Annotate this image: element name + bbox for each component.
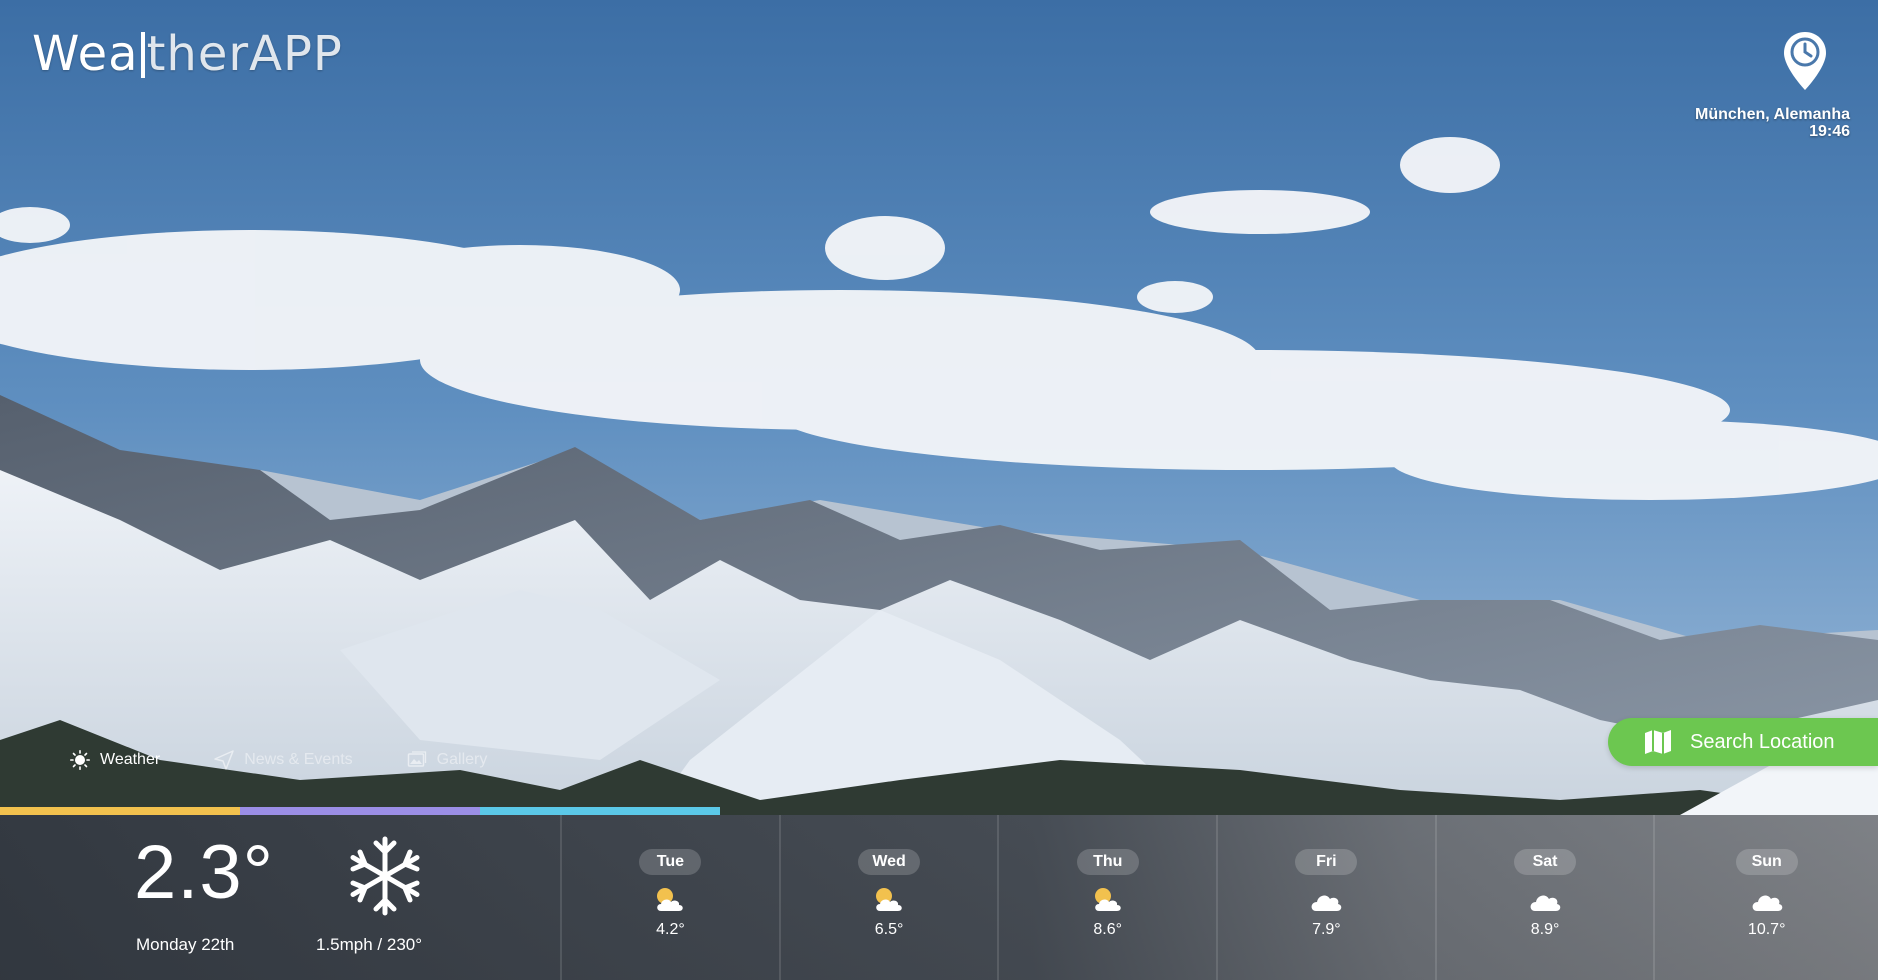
search-location-label: Search Location bbox=[1690, 730, 1835, 753]
snowflake-icon bbox=[350, 836, 420, 916]
nav-label-gallery: Gallery bbox=[436, 751, 488, 768]
forecast-day[interactable]: Fri 7.9° bbox=[1218, 815, 1437, 980]
current-weather: 2.3° Monday 22th 1.5mph / 230° bbox=[0, 815, 563, 980]
forecast-temperature: 8.9° bbox=[1530, 921, 1560, 938]
forecast-day[interactable]: Thu 8.6° bbox=[999, 815, 1219, 980]
location-name: München, Alemanha bbox=[1695, 106, 1850, 123]
paper-plane-icon bbox=[214, 750, 234, 770]
cloud-icon bbox=[1312, 895, 1342, 911]
forecast-day[interactable]: Wed 6.5° bbox=[781, 815, 1000, 980]
app-logo[interactable]: Wea therAPP bbox=[32, 26, 343, 82]
forecast-day[interactable]: Sat 8.9° bbox=[1437, 815, 1656, 980]
current-temperature: 2.3° bbox=[134, 830, 275, 915]
location-info: München, Alemanha 19:46 bbox=[1695, 106, 1850, 140]
forecast-temperature: 10.7° bbox=[1747, 921, 1786, 938]
background-landscape bbox=[0, 0, 1878, 815]
tab-indicator-weather bbox=[0, 807, 240, 815]
forecast-day-name: Tue bbox=[639, 849, 702, 875]
sun-cloud-icon bbox=[1094, 888, 1121, 911]
tab-indicator-gallery bbox=[480, 807, 720, 815]
nav-item-gallery[interactable]: Gallery bbox=[407, 750, 488, 770]
location-clock-pin-icon[interactable] bbox=[1782, 30, 1828, 92]
nav-label-weather: Weather bbox=[100, 751, 161, 768]
current-date: Monday 22th bbox=[136, 935, 235, 954]
forecast-temperature: 4.2° bbox=[656, 921, 685, 938]
current-wind: 1.5mph / 230° bbox=[316, 935, 423, 954]
cloud-icon bbox=[1530, 895, 1561, 911]
forecast-day-name: Sun bbox=[1735, 849, 1798, 875]
mountain-landscape-image bbox=[0, 0, 1878, 815]
search-location-button[interactable]: Search Location bbox=[1608, 718, 1878, 766]
location-time: 19:46 bbox=[1809, 123, 1850, 140]
weather-panel: 2.3° Monday 22th 1.5mph / 230° Tue 4.2° … bbox=[0, 815, 1878, 980]
main-nav: Weather News & Events Gallery bbox=[70, 750, 487, 770]
forecast-day-name: Fri bbox=[1295, 849, 1358, 875]
forecast-day-name: Wed bbox=[858, 849, 921, 875]
nav-item-news-events[interactable]: News & Events bbox=[214, 750, 353, 770]
forecast-day-name: Thu bbox=[1076, 849, 1139, 875]
logo-text-part2: therAPP bbox=[146, 26, 343, 82]
nav-item-weather[interactable]: Weather bbox=[70, 750, 160, 770]
forecast-temperature: 8.6° bbox=[1093, 921, 1123, 938]
forecast-day[interactable]: Sun 10.7° bbox=[1655, 815, 1878, 980]
forecast-day-name: Sat bbox=[1514, 849, 1577, 875]
forecast-day[interactable]: Tue 4.2° bbox=[562, 815, 781, 980]
tab-indicator-news bbox=[240, 807, 480, 815]
logo-text-part1: Wea bbox=[32, 26, 139, 82]
cloud-icon bbox=[1752, 895, 1782, 911]
forecast-temperature: 7.9° bbox=[1312, 921, 1341, 938]
map-icon bbox=[1645, 730, 1671, 754]
sun-cloud-icon bbox=[876, 888, 902, 911]
logo-caret bbox=[140, 32, 145, 78]
sun-cloud-icon bbox=[657, 888, 684, 911]
tab-indicator-bar bbox=[0, 807, 1878, 815]
forecast-temperature: 6.5° bbox=[874, 921, 904, 938]
image-icon bbox=[407, 751, 426, 767]
nav-label-news-events: News & Events bbox=[244, 751, 353, 768]
sun-icon bbox=[70, 750, 90, 770]
